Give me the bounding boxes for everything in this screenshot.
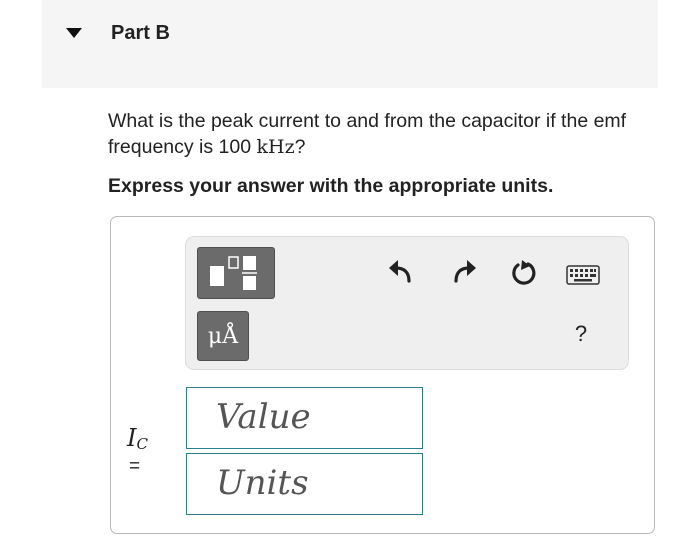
units-input[interactable]: Units (186, 453, 423, 515)
caret-down-icon[interactable] (66, 28, 82, 38)
question-text: What is the peak current to and from the… (108, 108, 648, 160)
question-text-after: ? (294, 136, 306, 158)
part-header[interactable]: Part B (42, 0, 658, 88)
keyboard-icon[interactable] (566, 265, 600, 285)
reset-icon[interactable] (508, 258, 536, 286)
equals-sign: = (129, 456, 141, 477)
math-toolbar: μÅ ? (185, 236, 629, 370)
question-text-before: What is the peak current to and from the… (108, 110, 627, 158)
answer-variable-label: IC (127, 424, 148, 453)
units-button[interactable]: μÅ (197, 311, 249, 361)
templates-icon (210, 256, 257, 290)
redo-icon[interactable] (450, 257, 478, 285)
frequency-unit: kHz (256, 136, 295, 158)
undo-icon[interactable] (387, 257, 415, 285)
templates-button[interactable] (197, 247, 275, 299)
help-button[interactable]: ? (569, 321, 593, 347)
answer-instruction: Express your answer with the appropriate… (108, 175, 554, 197)
variable-subscript: C (136, 435, 148, 453)
value-input[interactable]: Value (186, 387, 423, 449)
part-title: Part B (111, 22, 170, 44)
